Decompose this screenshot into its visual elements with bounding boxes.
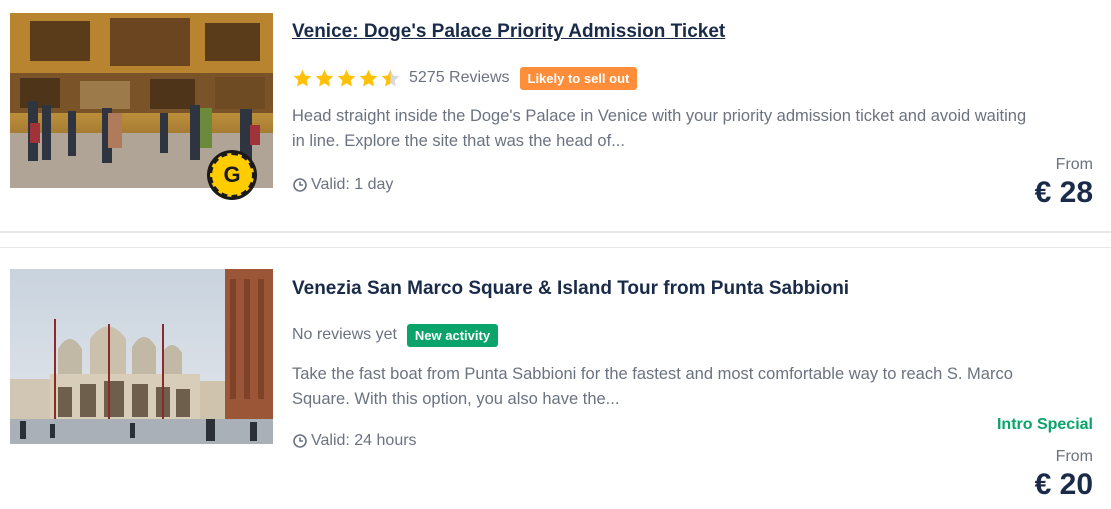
activity-description: Head straight inside the Doge's Palace i… <box>292 107 1027 150</box>
activity-card-2[interactable]: Venezia San Marco Square & Island Tour f… <box>0 248 1111 509</box>
card-divider <box>0 231 1111 248</box>
price-block: From € 28 <box>1035 156 1093 210</box>
rating-row: No reviews yet New activity <box>292 323 499 347</box>
validity-text: Valid: 1 day <box>311 176 394 193</box>
from-label: From <box>1055 448 1093 465</box>
star-icon <box>337 69 356 86</box>
new-activity-badge: New activity <box>406 323 499 347</box>
rating-row: 5275 Reviews Likely to sell out <box>292 66 638 90</box>
price-value: € 20 <box>1034 468 1093 501</box>
intro-special-label: Intro Special <box>996 416 1093 433</box>
validity-info: Valid: 24 hours <box>292 432 417 450</box>
price-value: € 28 <box>1034 176 1093 209</box>
star-icon <box>293 69 312 86</box>
star-rating <box>292 68 401 89</box>
reviews-count[interactable]: 5275 Reviews <box>409 69 510 87</box>
validity-info: Valid: 1 day <box>292 176 393 194</box>
getyourguide-badge-icon: G <box>207 150 257 200</box>
activity-image-san-marco[interactable] <box>10 269 273 444</box>
from-label: From <box>1055 156 1093 173</box>
no-reviews-text: No reviews yet <box>292 326 397 343</box>
activity-description: Take the fast boat from Punta Sabbioni f… <box>292 365 1013 408</box>
star-icon <box>315 69 334 86</box>
validity-text: Valid: 24 hours <box>311 432 417 449</box>
star-icon <box>359 69 378 86</box>
clock-icon <box>293 434 307 448</box>
price-block: Intro Special From € 20 <box>997 416 1093 502</box>
activity-title[interactable]: Venezia San Marco Square & Island Tour f… <box>292 278 849 300</box>
likely-to-sell-out-badge: Likely to sell out <box>519 66 638 90</box>
clock-icon <box>293 178 307 192</box>
half-star-icon <box>381 69 400 86</box>
activity-card-1[interactable]: G Venice: Doge's Palace Priority Admissi… <box>0 0 1111 232</box>
activity-title[interactable]: Venice: Doge's Palace Priority Admission… <box>292 21 725 43</box>
